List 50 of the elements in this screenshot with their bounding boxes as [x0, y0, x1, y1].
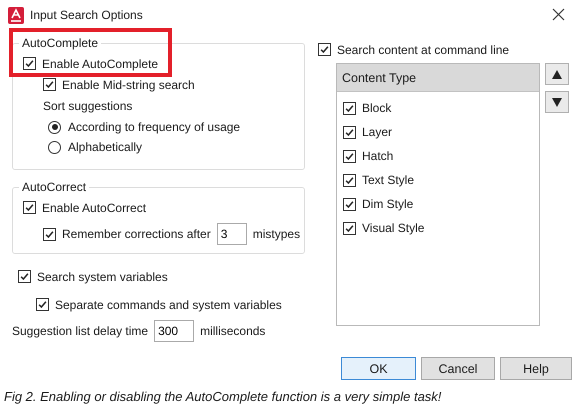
unit-label: milliseconds: [200, 324, 266, 338]
radio-button[interactable]: [48, 120, 61, 134]
checkbox-label: Enable Mid-string search: [62, 78, 195, 92]
checkbox[interactable]: [343, 150, 356, 162]
close-icon[interactable]: [552, 8, 565, 21]
sort-label: Sort suggestions: [43, 99, 132, 113]
checkbox[interactable]: [343, 222, 356, 234]
checkbox[interactable]: [43, 228, 56, 240]
checkbox-label: Separate commands and system variables: [55, 298, 282, 312]
dialog-button[interactable]: Cancel: [421, 357, 495, 380]
checkbox-label: Search content at command line: [337, 42, 510, 56]
checkbox-label: Enable AutoCorrect: [42, 200, 146, 214]
checkbox-label: Hatch: [362, 149, 394, 163]
delay-label: Suggestion list delay time: [12, 324, 148, 338]
checkbox[interactable]: [23, 57, 36, 70]
mistypes-field[interactable]: 3: [216, 223, 247, 245]
move-down-button[interactable]: [545, 91, 569, 113]
checkbox[interactable]: [343, 174, 356, 186]
app-logo-icon: [8, 6, 24, 24]
group-legend: AutoCorrect: [19, 180, 90, 194]
checkbox-label: Search system variables: [37, 270, 168, 284]
checkbox[interactable]: [343, 126, 356, 138]
checkbox[interactable]: [43, 78, 56, 91]
triangle-down-icon: [552, 98, 562, 106]
delay-field[interactable]: 300: [154, 320, 194, 342]
dialog-button[interactable]: OK: [341, 357, 416, 380]
checkbox-label: Dim Style: [362, 197, 414, 211]
figure-caption: Fig 2. Enabling or disabling the AutoComplete function is a very simple task!: [4, 389, 442, 404]
checkbox-label: Layer: [362, 125, 392, 139]
radio-label: Alphabetically: [68, 140, 142, 154]
checkbox[interactable]: [343, 198, 356, 210]
checkbox-label: Visual Style: [362, 221, 424, 235]
triangle-up-icon: [552, 70, 562, 78]
group-legend: AutoComplete: [19, 36, 102, 50]
checkbox[interactable]: [343, 102, 356, 114]
checkbox-label: Remember corrections after: [62, 227, 211, 241]
unit-label: mistypes: [252, 227, 300, 241]
checkbox[interactable]: [18, 270, 31, 283]
column-header: Content Type: [337, 64, 539, 92]
checkbox-label: Text Style: [362, 173, 414, 187]
window-title: Input Search Options: [30, 8, 143, 22]
checkbox[interactable]: [36, 298, 49, 311]
move-up-button[interactable]: [545, 63, 569, 85]
radio-button[interactable]: [48, 140, 61, 154]
checkbox-label: Block: [362, 101, 392, 115]
radio-label: According to frequency of usage: [68, 120, 240, 134]
dialog-button[interactable]: Help: [500, 357, 572, 380]
checkbox[interactable]: [23, 201, 36, 214]
checkbox-label: Enable AutoComplete: [42, 56, 158, 70]
checkbox[interactable]: [318, 43, 331, 56]
